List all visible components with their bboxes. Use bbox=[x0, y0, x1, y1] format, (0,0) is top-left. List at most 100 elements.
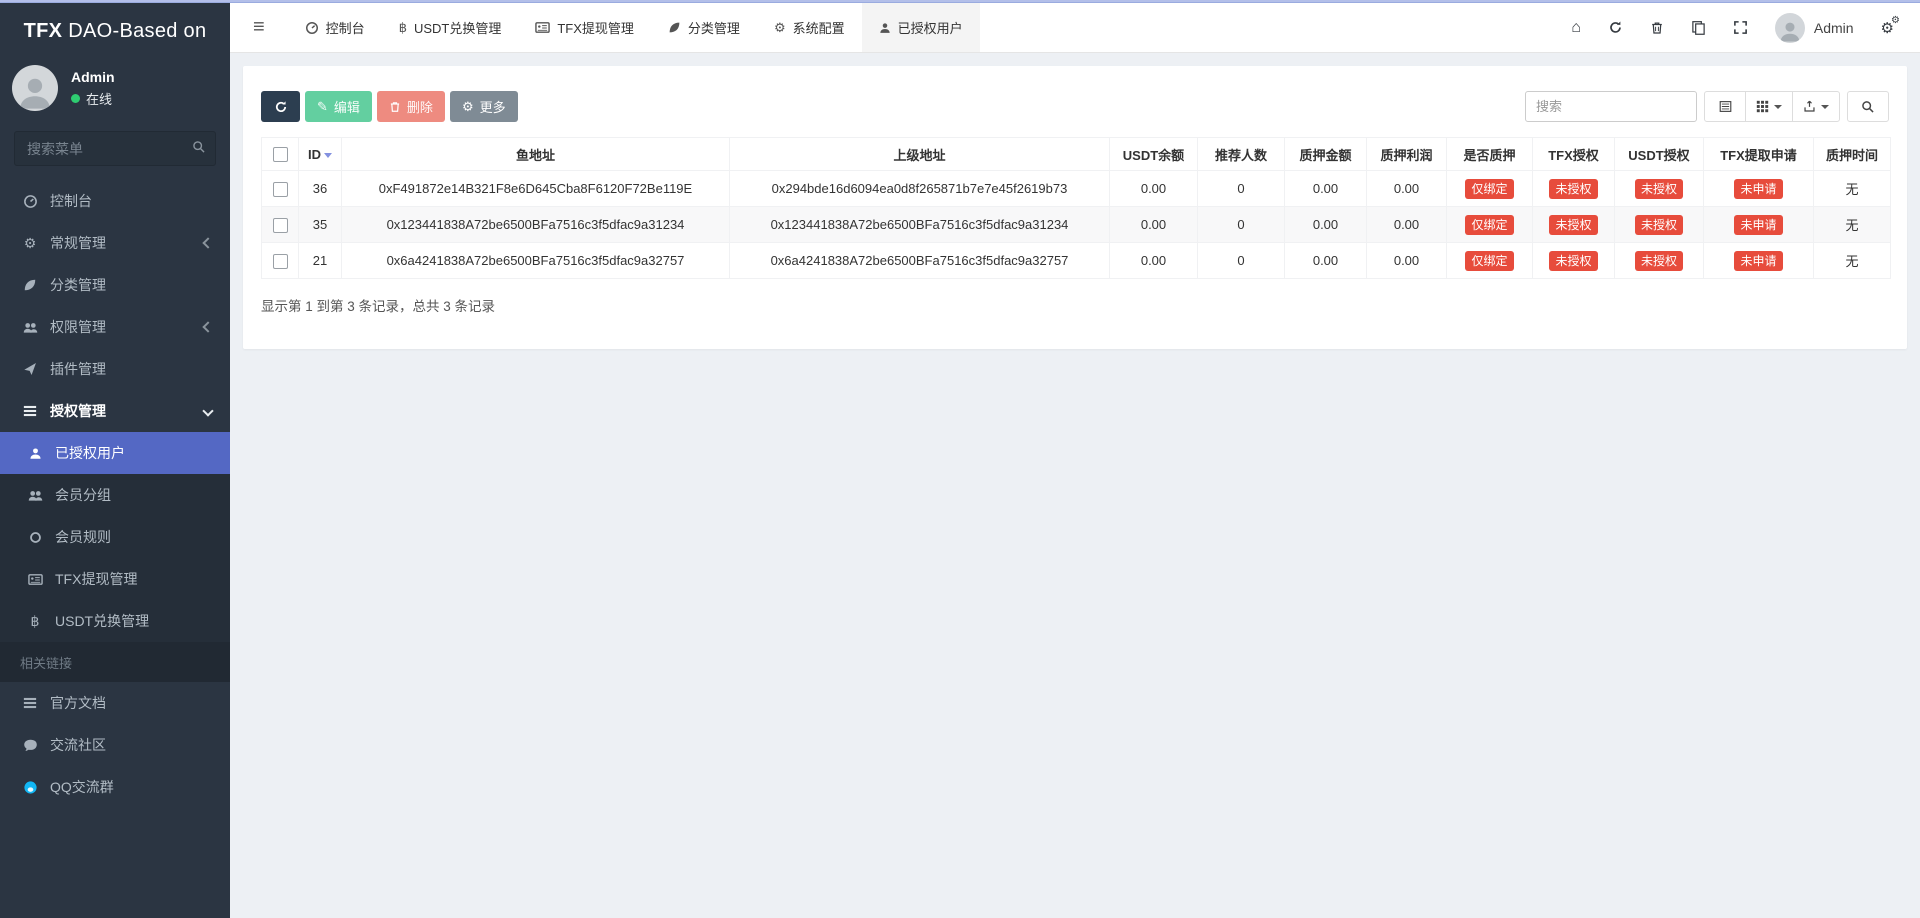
column-header-tfx-withdraw[interactable]: TFX提取申请 bbox=[1704, 138, 1814, 171]
brand-rest: DAO-Based on bbox=[68, 20, 206, 43]
person-icon bbox=[1777, 19, 1803, 43]
column-header-pledge-time[interactable]: 质押时间 bbox=[1814, 138, 1891, 171]
person-icon bbox=[15, 73, 55, 111]
refresh-button[interactable] bbox=[261, 91, 300, 122]
column-header-pledge-profit[interactable]: 质押利润 bbox=[1367, 138, 1447, 171]
column-header-referrals[interactable]: 推荐人数 bbox=[1198, 138, 1285, 171]
topbar-user-menu[interactable]: Admin bbox=[1775, 13, 1854, 43]
sidebar-item-member-rules[interactable]: 会员规则 bbox=[0, 516, 230, 558]
sidebar-item-dashboard[interactable]: 控制台 bbox=[0, 180, 230, 222]
columns-button[interactable] bbox=[1745, 91, 1793, 122]
detail-view-icon bbox=[1719, 100, 1732, 113]
gear-icon: ⚙ bbox=[774, 20, 786, 36]
tfx-auth-badge[interactable]: 未授权 bbox=[1549, 251, 1597, 271]
pencil-icon: ✎ bbox=[317, 99, 328, 115]
gear-icon: ⚙ bbox=[1891, 15, 1900, 26]
column-header-parent-address[interactable]: 上级地址 bbox=[730, 138, 1110, 171]
pledge-status-badge[interactable]: 仅绑定 bbox=[1465, 251, 1513, 271]
cell-pledge-profit: 0.00 bbox=[1367, 243, 1447, 279]
sidebar-item-member-groups[interactable]: 会员分组 bbox=[0, 474, 230, 516]
table-search-input[interactable] bbox=[1525, 91, 1697, 122]
usdt-auth-badge[interactable]: 未授权 bbox=[1635, 215, 1683, 235]
topbar-tabs: 控制台 ฿ USDT兑换管理 TFX提现管理 分类管理 ⚙ 系统配置 已授权用户 bbox=[288, 3, 980, 52]
tab-label: 控制台 bbox=[326, 18, 365, 37]
column-header-pledge-amount[interactable]: 质押金额 bbox=[1285, 138, 1367, 171]
sidebar-item-category[interactable]: 分类管理 bbox=[0, 264, 230, 306]
tfx-withdraw-badge[interactable]: 未申请 bbox=[1734, 251, 1782, 271]
column-header-tfx-auth[interactable]: TFX授权 bbox=[1533, 138, 1615, 171]
sidebar-search-input[interactable] bbox=[14, 131, 216, 166]
sidebar-item-authorized-users[interactable]: 已授权用户 bbox=[0, 432, 230, 474]
sidebar-item-addon[interactable]: 插件管理 bbox=[0, 348, 230, 390]
table-row: 21 0x6a4241838A72be6500BFa7516c3f5dfac9a… bbox=[262, 243, 1891, 279]
tfx-withdraw-badge[interactable]: 未申请 bbox=[1734, 215, 1782, 235]
sidebar-link-community[interactable]: 交流社区 bbox=[0, 724, 230, 766]
sidebar-item-general[interactable]: ⚙ 常规管理 bbox=[0, 222, 230, 264]
more-button[interactable]: ⚙ 更多 bbox=[450, 91, 518, 122]
column-header-pledge-status[interactable]: 是否质押 bbox=[1447, 138, 1533, 171]
cell-pledge-amount: 0.00 bbox=[1285, 207, 1367, 243]
sidebar-item-tfx-withdraw[interactable]: TFX提现管理 bbox=[0, 558, 230, 600]
pledge-status-badge[interactable]: 仅绑定 bbox=[1465, 179, 1513, 199]
tachometer-icon bbox=[305, 21, 319, 35]
refresh-icon[interactable] bbox=[1608, 20, 1623, 35]
sidebar-item-authorization[interactable]: 授权管理 bbox=[0, 390, 230, 432]
sidebar-submenu: 已授权用户 会员分组 会员规则 TFX提现管理 ฿ USDT兑换管理 bbox=[0, 432, 230, 642]
user-name: Admin bbox=[71, 69, 115, 85]
tab-usdt-exchange[interactable]: ฿ USDT兑换管理 bbox=[382, 3, 519, 52]
tab-label: 分类管理 bbox=[688, 18, 740, 37]
edit-button[interactable]: ✎ 编辑 bbox=[305, 91, 372, 122]
main-content: ✎ 编辑 删除 ⚙ 更多 bbox=[230, 53, 1920, 918]
table-toolbar: ✎ 编辑 删除 ⚙ 更多 bbox=[261, 91, 1889, 122]
detail-view-button[interactable] bbox=[1704, 91, 1746, 122]
tab-dashboard[interactable]: 控制台 bbox=[288, 3, 382, 52]
app-root: TFX DAO-Based on Admin 在线 bbox=[0, 0, 1920, 918]
toolbar-buttons: ✎ 编辑 删除 ⚙ 更多 bbox=[261, 91, 518, 122]
cell-fish-address: 0x6a4241838A72be6500BFa7516c3f5dfac9a327… bbox=[342, 243, 730, 279]
tab-tfx-withdraw[interactable]: TFX提现管理 bbox=[518, 3, 651, 52]
row-checkbox[interactable] bbox=[273, 182, 288, 197]
row-checkbox[interactable] bbox=[273, 218, 288, 233]
tfx-auth-badge[interactable]: 未授权 bbox=[1549, 215, 1597, 235]
leaf-icon bbox=[20, 278, 40, 292]
row-checkbox[interactable] bbox=[273, 254, 288, 269]
sidebar-item-label: 插件管理 bbox=[50, 359, 212, 379]
usdt-auth-badge[interactable]: 未授权 bbox=[1635, 179, 1683, 199]
sidebar-item-auth[interactable]: 权限管理 bbox=[0, 306, 230, 348]
tab-authorized-users[interactable]: 已授权用户 bbox=[862, 3, 980, 52]
usdt-auth-badge[interactable]: 未授权 bbox=[1635, 251, 1683, 271]
trash-icon[interactable] bbox=[1650, 21, 1664, 35]
tfx-auth-badge[interactable]: 未授权 bbox=[1549, 179, 1597, 199]
sidebar-link-qq[interactable]: QQ交流群 bbox=[0, 766, 230, 808]
users-icon bbox=[20, 320, 40, 335]
sidebar-item-label: 交流社区 bbox=[50, 735, 212, 755]
column-header-fish-address[interactable]: 鱼地址 bbox=[342, 138, 730, 171]
pledge-status-badge[interactable]: 仅绑定 bbox=[1465, 215, 1513, 235]
column-header-usdt-balance[interactable]: USDT余额 bbox=[1110, 138, 1198, 171]
more-button-label: 更多 bbox=[480, 97, 506, 116]
chevron-left-icon bbox=[202, 321, 213, 332]
online-dot-icon bbox=[71, 94, 80, 103]
export-button[interactable] bbox=[1792, 91, 1840, 122]
cell-parent-address: 0x6a4241838A72be6500BFa7516c3f5dfac9a327… bbox=[730, 243, 1110, 279]
tab-category[interactable]: 分类管理 bbox=[651, 3, 757, 52]
hamburger-icon[interactable]: ≡ bbox=[230, 3, 288, 52]
id-card-icon bbox=[535, 20, 550, 35]
search-submit-button[interactable] bbox=[1847, 91, 1889, 122]
sidebar-link-docs[interactable]: 官方文档 bbox=[0, 682, 230, 724]
paper-plane-icon bbox=[20, 362, 40, 376]
column-header-id[interactable]: ID bbox=[299, 138, 342, 171]
topbar: ≡ 控制台 ฿ USDT兑换管理 TFX提现管理 分类管理 ⚙ 系统配置 bbox=[230, 3, 1920, 53]
clear-cache-icon[interactable] bbox=[1691, 20, 1706, 35]
chevron-down-icon bbox=[202, 405, 213, 416]
column-header-usdt-auth[interactable]: USDT授权 bbox=[1615, 138, 1704, 171]
tab-system-config[interactable]: ⚙ 系统配置 bbox=[757, 3, 862, 52]
select-all-checkbox[interactable] bbox=[273, 147, 288, 162]
delete-button[interactable]: 删除 bbox=[377, 91, 445, 122]
sidebar-item-usdt-exchange[interactable]: ฿ USDT兑换管理 bbox=[0, 600, 230, 642]
settings-gears-icon[interactable]: ⚙⚙ bbox=[1881, 19, 1894, 37]
tfx-withdraw-badge[interactable]: 未申请 bbox=[1734, 179, 1782, 199]
home-icon[interactable]: ⌂ bbox=[1571, 19, 1581, 37]
users-icon bbox=[25, 488, 45, 503]
fullscreen-icon[interactable] bbox=[1733, 20, 1748, 35]
